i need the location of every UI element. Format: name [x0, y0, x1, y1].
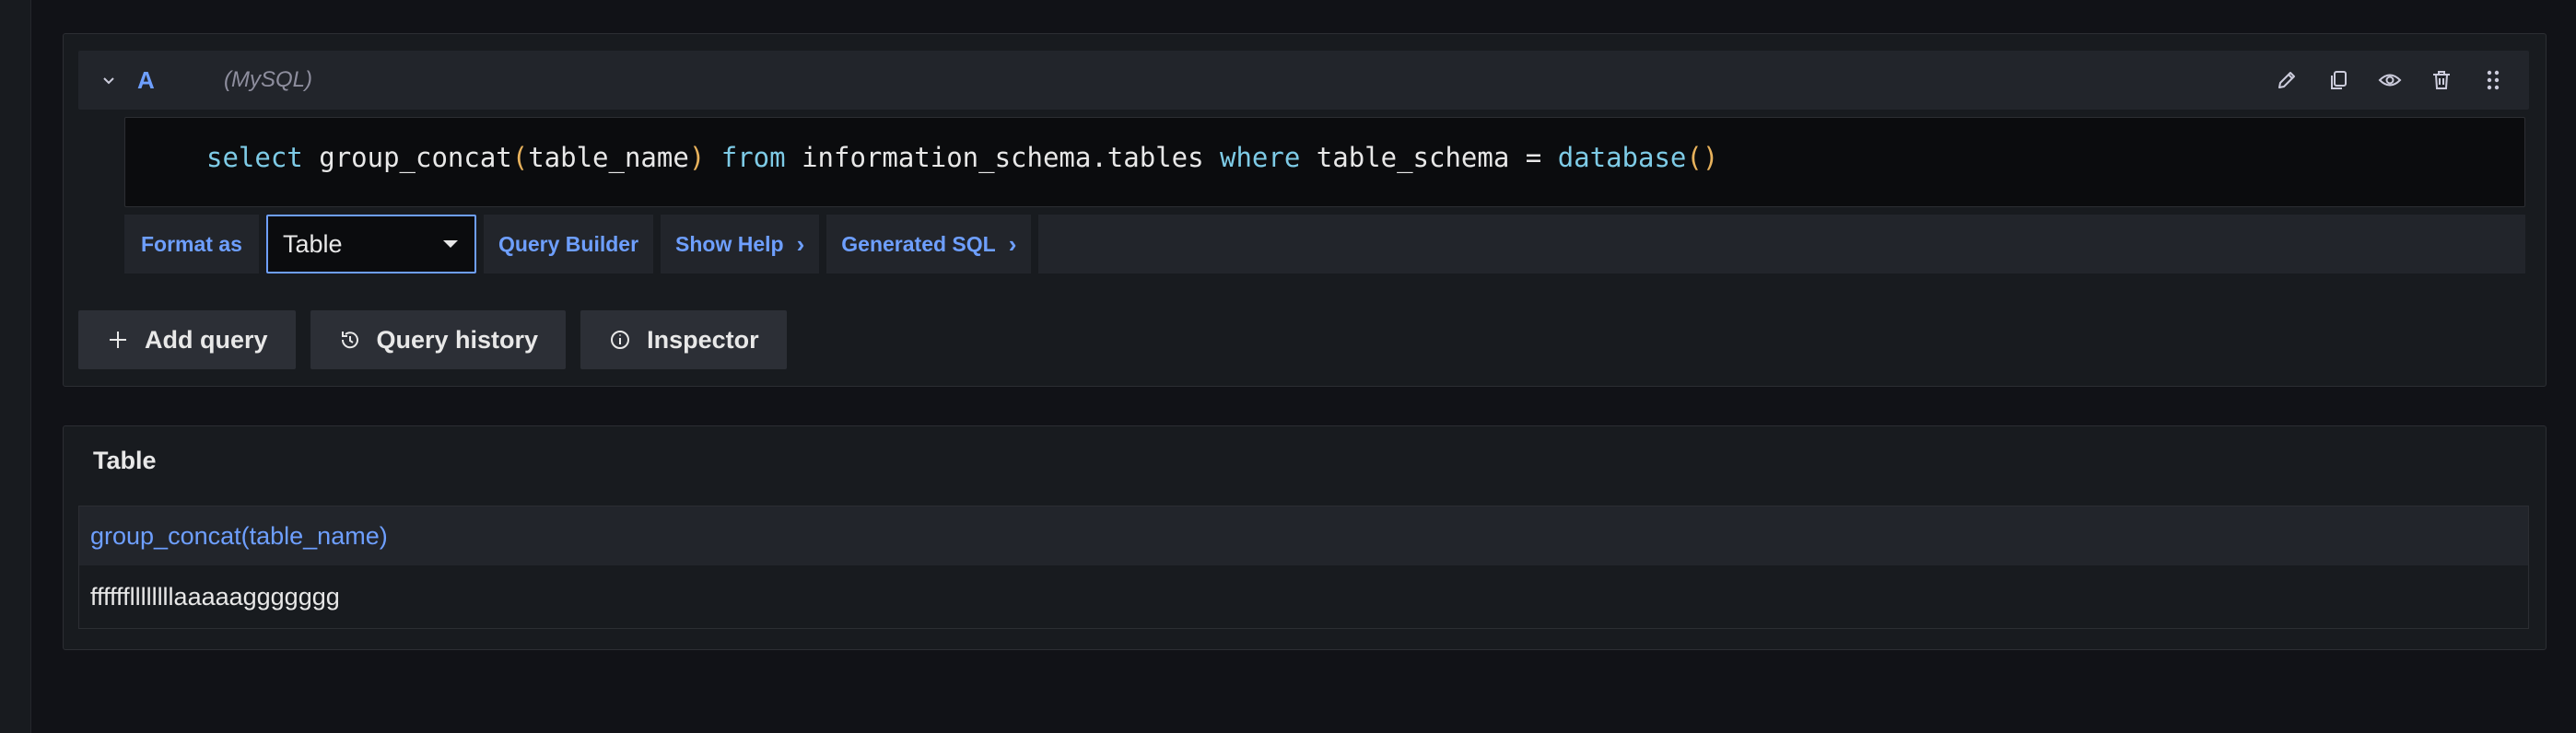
pencil-icon[interactable] [2271, 64, 2302, 96]
generated-sql-button[interactable]: Generated SQL › [826, 215, 1032, 273]
datasource-name: (MySQL) [224, 67, 312, 92]
inspector-label: Inspector [647, 325, 759, 354]
format-select-value: Table [282, 229, 343, 258]
chevron-down-icon[interactable] [95, 66, 123, 94]
table-panel: Table group_concat(table_name) fffffflll… [63, 425, 2547, 650]
sql-code-editor[interactable]: select group_concat(table_name) from inf… [124, 117, 2525, 207]
chevron-right-icon: › [796, 229, 805, 258]
query-options-row: Format as Table Query Builder Show Help … [124, 215, 2525, 273]
sql-token: from [720, 142, 786, 173]
format-as-label: Format as [124, 215, 259, 273]
chevron-right-icon: › [1008, 229, 1017, 258]
table-panel-title: Table [93, 447, 157, 474]
query-actions: Add query Query history Inspector [78, 310, 787, 369]
query-editor-panel: A (MySQL) select group_concat(table_name… [63, 33, 2547, 387]
inspector-button[interactable]: Inspector [580, 310, 787, 369]
sql-token: table_schema = [1300, 142, 1558, 173]
trash-icon[interactable] [2426, 64, 2457, 96]
sql-token: group_concat [319, 142, 512, 173]
sql-token: () [1686, 142, 1719, 173]
copy-icon[interactable] [2323, 64, 2354, 96]
show-help-button[interactable]: Show Help › [661, 215, 820, 273]
sql-token: table_name [528, 142, 689, 173]
table-header-cell[interactable]: group_concat(table_name) [79, 506, 2528, 565]
plus-icon [110, 332, 126, 348]
sql-token: information_schema.tables [785, 142, 1221, 173]
table-cell: ffffffllllllllaaaaaggggggg [90, 582, 340, 611]
add-query-label: Add query [145, 325, 268, 354]
data-table: group_concat(table_name) fffffflllllllla… [78, 506, 2529, 629]
info-circle-icon [611, 331, 630, 349]
eye-icon[interactable] [2374, 64, 2406, 96]
sql-token: database [1557, 142, 1687, 173]
caret-down-icon [442, 240, 458, 248]
sql-token: select [206, 142, 303, 173]
query-row-header: A (MySQL) [78, 51, 2529, 110]
generated-sql-label: Generated SQL [841, 231, 996, 256]
query-history-label: Query history [376, 325, 539, 354]
drag-handle-icon[interactable] [2477, 64, 2509, 96]
sql-token: where [1220, 142, 1301, 173]
sql-token: ) [688, 142, 706, 173]
left-sidebar-strip [0, 0, 31, 733]
options-row-filler [1038, 215, 2525, 273]
query-history-button[interactable]: Query history [310, 310, 567, 369]
query-builder-button[interactable]: Query Builder [483, 215, 654, 273]
query-builder-label: Query Builder [498, 231, 639, 256]
query-row-actions [2271, 64, 2509, 96]
add-query-button[interactable]: Add query [78, 310, 296, 369]
query-ref-id[interactable]: A [137, 66, 202, 95]
sql-token: ( [511, 142, 529, 173]
format-select[interactable]: Table [265, 215, 476, 273]
sql-query-text[interactable]: select group_concat(table_name) from inf… [206, 142, 1718, 173]
show-help-label: Show Help [675, 231, 784, 256]
history-icon [341, 332, 358, 349]
